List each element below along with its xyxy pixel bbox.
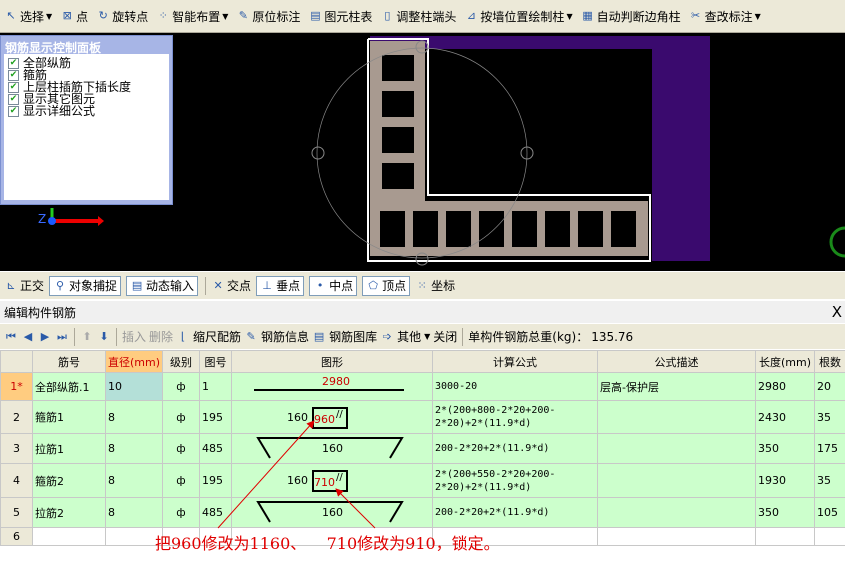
annotation-text: 把960修改为1160、 710修改为910，锁定。 [155,534,500,553]
annotation-arrows [217,420,376,529]
